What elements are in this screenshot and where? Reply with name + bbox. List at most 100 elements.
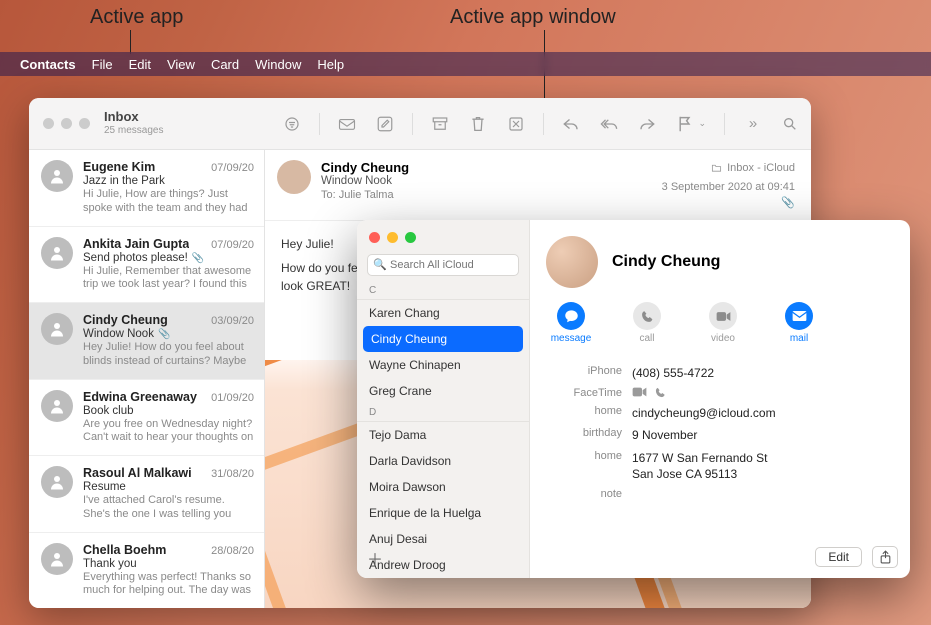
avatar: [41, 313, 73, 345]
more-icon[interactable]: »: [743, 115, 761, 133]
message-item[interactable]: Cindy Cheung03/09/20Window Nook📎Hey Juli…: [29, 303, 264, 380]
system-menubar: Contacts File Edit View Card Window Help: [0, 52, 931, 76]
video-action[interactable]: video: [702, 302, 744, 344]
minimize-button[interactable]: [387, 232, 398, 243]
search-icon: 🔍: [373, 258, 387, 271]
close-button[interactable]: [369, 232, 380, 243]
message-subject: Thank you: [83, 558, 254, 570]
avatar: [41, 543, 73, 575]
search-icon[interactable]: [781, 115, 799, 133]
message-item[interactable]: Eugene Kim07/09/20Jazz in the ParkHi Jul…: [29, 150, 264, 227]
annotation-active-window: Active app window: [450, 6, 616, 29]
message-list[interactable]: Eugene Kim07/09/20Jazz in the ParkHi Jul…: [29, 150, 265, 608]
zoom-button[interactable]: [405, 232, 416, 243]
junk-icon[interactable]: [507, 115, 525, 133]
folder-icon: [711, 163, 722, 173]
message-subject: Jazz in the Park: [83, 175, 254, 187]
minimize-button[interactable]: [61, 118, 72, 129]
contact-item[interactable]: Moira Dawson: [357, 474, 529, 500]
compose-icon[interactable]: [376, 115, 394, 133]
share-button[interactable]: [872, 546, 898, 568]
menu-card[interactable]: Card: [211, 57, 239, 72]
contact-photo[interactable]: [546, 236, 598, 288]
filter-icon[interactable]: [283, 115, 301, 133]
menu-file[interactable]: File: [92, 57, 113, 72]
field-value[interactable]: (408) 555-4722: [632, 365, 894, 381]
contacts-sidebar: 🔍 CKaren ChangCindy CheungWayne Chinapen…: [357, 220, 530, 578]
chevron-down-icon[interactable]: ⌄: [698, 118, 706, 129]
contact-item[interactable]: Cindy Cheung: [363, 326, 523, 352]
mail-toolbar-icons: ⌄ »: [283, 113, 799, 135]
message-date: 07/09/20: [211, 239, 254, 251]
message-date: 01/09/20: [211, 392, 254, 404]
field-value[interactable]: cindycheung9@icloud.com: [632, 405, 894, 421]
trash-icon[interactable]: [469, 115, 487, 133]
menu-help[interactable]: Help: [317, 57, 344, 72]
contact-item[interactable]: Darla Davidson: [357, 448, 529, 474]
attachment-icon: 📎: [158, 329, 170, 340]
search-input[interactable]: [367, 254, 519, 276]
facetime-audio-icon[interactable]: [655, 387, 666, 398]
field-birthday: birthday 9 November: [546, 424, 894, 446]
flag-icon[interactable]: [676, 115, 694, 133]
message-item[interactable]: Chella Boehm 28/08/20Thank youEverything …: [29, 533, 264, 609]
avatar: [41, 237, 73, 269]
add-contact-button[interactable]: ＋: [367, 546, 383, 570]
close-button[interactable]: [43, 118, 54, 129]
contacts-list[interactable]: CKaren ChangCindy CheungWayne ChinapenGr…: [357, 282, 529, 578]
field-note: note: [546, 485, 894, 503]
message-from: Rasoul Al Malkawi: [83, 466, 192, 480]
window-controls: [43, 118, 90, 129]
action-label: mail: [790, 333, 808, 344]
message-item[interactable]: Edwina Greenaway01/09/20Book clubAre you…: [29, 380, 264, 457]
field-label: birthday: [546, 427, 622, 439]
phone-icon: [633, 302, 661, 330]
annotation-line: [130, 30, 131, 54]
forward-icon[interactable]: [638, 115, 656, 133]
section-header: D: [357, 404, 529, 422]
message-subject: Send photos please!📎: [83, 252, 254, 264]
contact-item[interactable]: Karen Chang: [357, 300, 529, 326]
field-label: iPhone: [546, 365, 622, 377]
contact-item[interactable]: Tejo Dama: [357, 422, 529, 448]
reply-icon[interactable]: [562, 115, 580, 133]
action-label: message: [551, 333, 592, 344]
menu-window[interactable]: Window: [255, 57, 301, 72]
action-label: video: [711, 333, 735, 344]
menubar-app-name[interactable]: Contacts: [20, 57, 76, 72]
edit-button[interactable]: Edit: [815, 547, 862, 567]
mailbox-subtitle: 25 messages: [104, 125, 163, 137]
message-item[interactable]: Rasoul Al Malkawi31/08/20ResumeI've atta…: [29, 456, 264, 533]
compose-new-icon[interactable]: [338, 115, 356, 133]
avatar: [41, 466, 73, 498]
message-date: 07/09/20: [211, 162, 254, 174]
message-item[interactable]: Ankita Jain Gupta 07/09/20Send photos ple…: [29, 227, 264, 304]
contact-item[interactable]: Wayne Chinapen: [357, 352, 529, 378]
message-datetime: 3 September 2020 at 09:41: [662, 179, 795, 196]
menu-view[interactable]: View: [167, 57, 195, 72]
action-label: call: [639, 333, 654, 344]
field-facetime: FaceTime: [546, 384, 894, 402]
field-label: FaceTime: [546, 387, 622, 399]
field-label: home: [546, 405, 622, 417]
contact-item[interactable]: Enrique de la Huelga: [357, 500, 529, 526]
facetime-video-icon[interactable]: [632, 387, 647, 398]
contact-item[interactable]: Greg Crane: [357, 378, 529, 404]
message-date: 28/08/20: [211, 545, 254, 557]
archive-icon[interactable]: [431, 115, 449, 133]
field-value: 9 November: [632, 427, 894, 443]
mail-action[interactable]: mail: [778, 302, 820, 344]
zoom-button[interactable]: [79, 118, 90, 129]
message-action[interactable]: message: [550, 302, 592, 344]
message-from: Chella Boehm: [83, 543, 166, 557]
menu-edit[interactable]: Edit: [129, 57, 151, 72]
reply-all-icon[interactable]: [600, 115, 618, 133]
message-from: Ankita Jain Gupta: [83, 237, 189, 251]
field-value[interactable]: 1677 W San Fernando St San Jose CA 95113: [632, 450, 894, 482]
message-preview: I've attached Carol's resume. She's the …: [83, 494, 254, 522]
message-preview: Are you free on Wednesday night? Can't w…: [83, 418, 254, 446]
message-date: 03/09/20: [211, 315, 254, 327]
message-preview: Everything was perfect! Thanks so much f…: [83, 571, 254, 599]
call-action[interactable]: call: [626, 302, 668, 344]
message-to: To: Julie Talma: [321, 189, 652, 201]
